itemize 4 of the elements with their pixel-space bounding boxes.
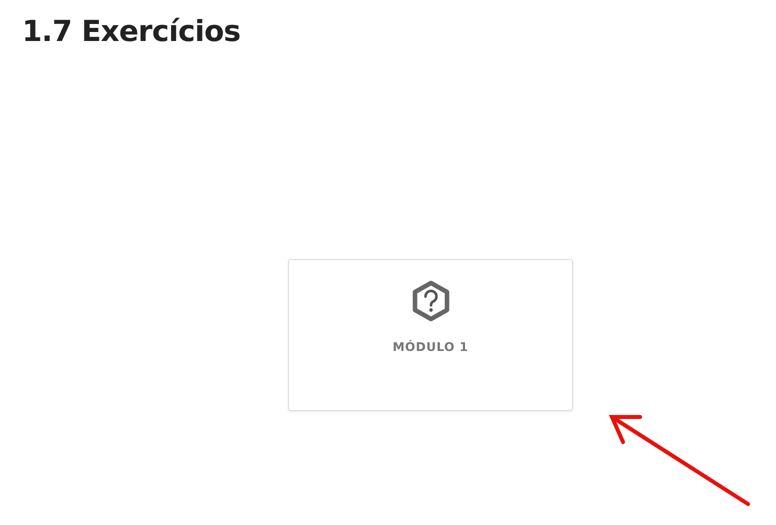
module-label: MÓDULO 1 xyxy=(392,338,468,356)
page-title: 1.7 Exercícios xyxy=(22,14,242,49)
module-card[interactable]: MÓDULO 1 xyxy=(288,258,573,411)
question-icon xyxy=(410,280,450,322)
